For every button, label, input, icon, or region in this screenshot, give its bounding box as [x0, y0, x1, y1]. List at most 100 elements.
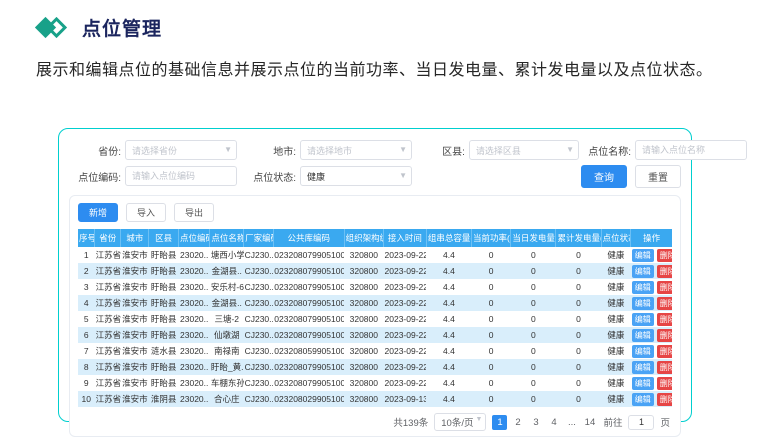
column-header: 组串总容量(kW): [426, 229, 471, 247]
table-cell: CJ230..: [244, 247, 274, 263]
table-cell: 2023-09-22: [384, 263, 427, 279]
chevron-down-icon: ▼: [566, 145, 574, 154]
edit-button[interactable]: 编辑: [632, 329, 654, 342]
table-cell: 0: [471, 343, 510, 359]
district-select[interactable]: 请选择区县 ▼: [469, 140, 579, 160]
table-cell: CJ230..: [244, 359, 274, 375]
import-button[interactable]: 导入: [126, 203, 166, 222]
table-cell: 4.4: [426, 391, 471, 407]
edit-button[interactable]: 编辑: [632, 361, 654, 374]
delete-button[interactable]: 删除: [657, 393, 672, 406]
table-cell: 淮安市: [121, 375, 149, 391]
table-cell: 江苏省: [95, 295, 121, 311]
export-button[interactable]: 导出: [174, 203, 214, 222]
table-cell: 2023-09-22: [384, 359, 427, 375]
delete-button[interactable]: 删除: [657, 265, 672, 278]
page-button[interactable]: 2: [510, 415, 525, 430]
delete-button[interactable]: 删除: [657, 377, 672, 390]
search-button[interactable]: 查询: [581, 165, 627, 188]
table-cell: 三塘-2: [210, 311, 244, 327]
page-button[interactable]: 3: [528, 415, 543, 430]
table-cell: 0: [556, 375, 601, 391]
delete-button[interactable]: 删除: [657, 313, 672, 326]
delete-button[interactable]: 删除: [657, 329, 672, 342]
table-cell: 23020..: [179, 343, 210, 359]
delete-button[interactable]: 删除: [657, 345, 672, 358]
edit-button[interactable]: 编辑: [632, 313, 654, 326]
delete-button[interactable]: 删除: [657, 281, 672, 294]
column-header: 厂家编码: [244, 229, 274, 247]
table-cell: 淮安市: [121, 295, 149, 311]
column-header: 接入时间: [384, 229, 427, 247]
table-cell: 江苏省: [95, 247, 121, 263]
row-actions: 编辑删除: [631, 327, 672, 343]
table-cell: 淮安市: [121, 311, 149, 327]
edit-button[interactable]: 编辑: [632, 249, 654, 262]
delete-button[interactable]: 删除: [657, 249, 672, 262]
table-row: 2江苏省淮安市盱眙县23020..金湖县..CJ230..02320807990…: [78, 263, 672, 279]
table-cell: 3: [78, 279, 95, 295]
table-cell: 4.4: [426, 279, 471, 295]
table-cell: 4.4: [426, 311, 471, 327]
edit-button[interactable]: 编辑: [632, 265, 654, 278]
table-cell: 车棚东孙: [210, 375, 244, 391]
point-status-select[interactable]: 健康 ▼: [300, 166, 412, 186]
table-cell: 4.4: [426, 327, 471, 343]
reset-button[interactable]: 重置: [635, 165, 681, 188]
table-cell: 健康: [601, 295, 631, 311]
district-field: 区县: 请选择区县 ▼: [414, 140, 579, 160]
table-cell: 盱眙县: [149, 327, 179, 343]
point-status-label: 点位状态:: [244, 169, 296, 184]
table-cell: 0: [471, 279, 510, 295]
table-cell: 金湖县..: [210, 295, 244, 311]
edit-button[interactable]: 编辑: [632, 393, 654, 406]
page-button[interactable]: 1: [492, 415, 507, 430]
table-cell: 023208079905100225: [273, 375, 344, 391]
point-name-field: 点位名称:: [579, 140, 747, 160]
table-cell: 23020..: [179, 263, 210, 279]
table-cell: 塘西小学: [210, 247, 244, 263]
table-cell: 0: [556, 327, 601, 343]
table-cell: CJ230..: [244, 327, 274, 343]
page-button[interactable]: 4: [546, 415, 561, 430]
table-cell: 4: [78, 295, 95, 311]
column-header: 区县: [149, 229, 179, 247]
edit-button[interactable]: 编辑: [632, 297, 654, 310]
point-name-input[interactable]: [642, 145, 740, 155]
page-title: 点位管理: [82, 14, 162, 41]
table-cell: 0: [511, 327, 556, 343]
delete-button[interactable]: 删除: [657, 361, 672, 374]
table-cell: 023208079905100224: [273, 359, 344, 375]
table-cell: 0: [556, 295, 601, 311]
table-cell: 4.4: [426, 247, 471, 263]
content-panel: 省份: 请选择省份 ▼ 地市: 请选择地市 ▼ 区县: 请选择区县 ▼ 点位名称…: [58, 128, 692, 422]
table-cell: 0: [511, 295, 556, 311]
city-label: 地市:: [244, 143, 296, 158]
page-size-select[interactable]: 10条/页 ▼: [434, 413, 486, 431]
page-button[interactable]: 14: [582, 415, 597, 430]
table-cell: 320800: [344, 295, 383, 311]
province-placeholder: 请选择省份: [132, 144, 177, 157]
point-code-input[interactable]: [132, 171, 230, 181]
chevron-down-icon: ▼: [399, 171, 407, 180]
city-select[interactable]: 请选择地市 ▼: [300, 140, 412, 160]
table-cell: 4.4: [426, 343, 471, 359]
page-header: 点位管理: [0, 0, 760, 41]
edit-button[interactable]: 编辑: [632, 377, 654, 390]
table-cell: 23020..: [179, 247, 210, 263]
province-select[interactable]: 请选择省份 ▼: [125, 140, 237, 160]
add-button[interactable]: 新增: [78, 203, 118, 222]
table-cell: 023208079905100222: [273, 311, 344, 327]
table-cell: 江苏省: [95, 391, 121, 407]
table-cell: 5: [78, 311, 95, 327]
table-cell: 23020..: [179, 391, 210, 407]
delete-button[interactable]: 删除: [657, 297, 672, 310]
goto-page-input[interactable]: [628, 415, 654, 430]
edit-button[interactable]: 编辑: [632, 345, 654, 358]
table-cell: 涟水县: [149, 343, 179, 359]
table-toolbar: 新增 导入 导出: [78, 203, 672, 222]
edit-button[interactable]: 编辑: [632, 281, 654, 294]
table-cell: 仙墩湖: [210, 327, 244, 343]
table-cell: 023208029905100063: [273, 391, 344, 407]
column-header: 当日发电量(度): [511, 229, 556, 247]
